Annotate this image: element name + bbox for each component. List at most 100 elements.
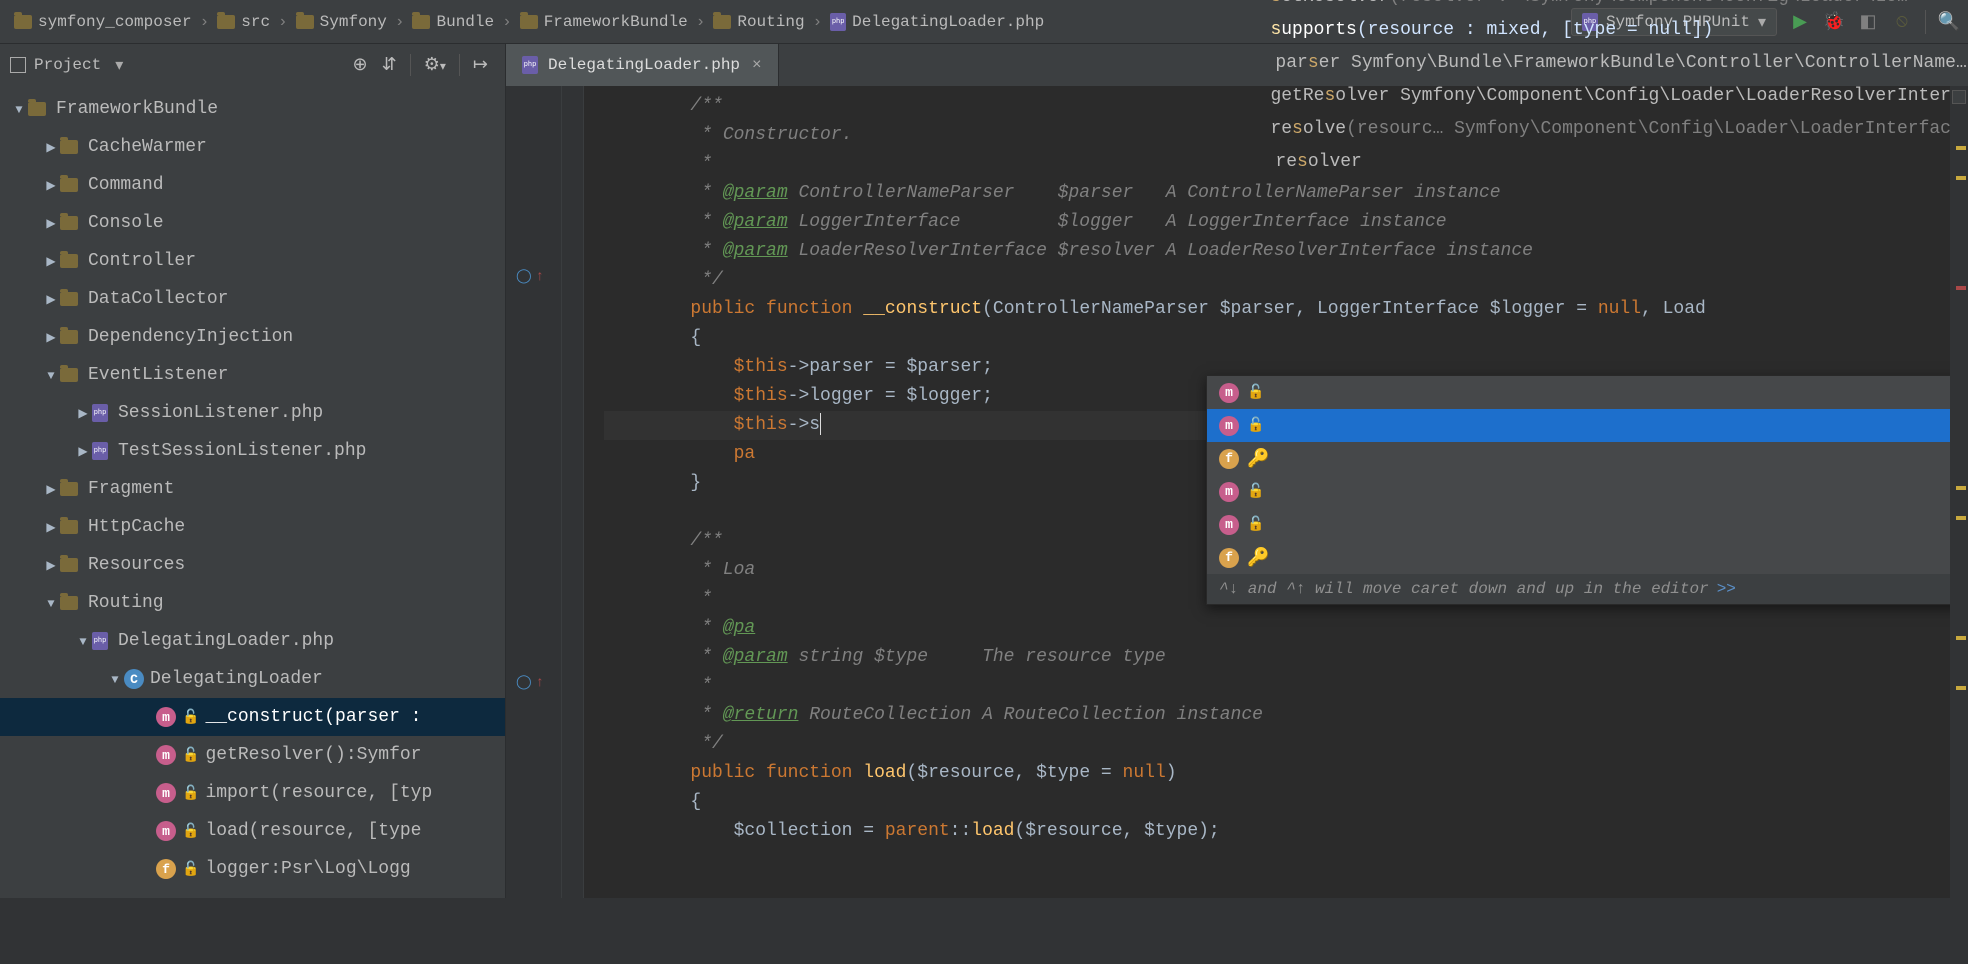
tree-row-label: DelegatingLoader.php xyxy=(118,631,334,651)
tree-row-delegatingloader-php[interactable]: DelegatingLoader.php xyxy=(0,622,505,660)
warning-marker[interactable] xyxy=(1956,686,1966,690)
override-gutter-icon[interactable]: ◯↑ xyxy=(516,674,556,691)
crumb-symfony[interactable]: Symfony xyxy=(290,11,393,33)
public-icon: 🔓 xyxy=(182,823,199,840)
fold-gutter[interactable] xyxy=(562,86,584,898)
main-area: FrameworkBundle CacheWarmerCommand Console… xyxy=(0,86,1968,898)
code-completion-popup[interactable]: m🔓setResolver(resolver : \Symfony\Compon… xyxy=(1206,375,1968,605)
chevron-right-icon[interactable] xyxy=(74,441,92,461)
chevron-down-icon[interactable] xyxy=(42,365,60,385)
tree-row-eventlistener[interactable]: EventListener xyxy=(0,356,505,394)
tree-row-command[interactable]: Command xyxy=(0,166,505,204)
crumb-routing[interactable]: Routing xyxy=(707,11,810,33)
chevron-right-icon[interactable] xyxy=(42,251,60,271)
crumb-label: Symfony xyxy=(320,13,387,31)
tree-row-controller[interactable]: Controller xyxy=(0,242,505,280)
folder-icon xyxy=(28,102,46,116)
chevron-right-icon[interactable] xyxy=(42,327,60,347)
chevron-right-icon[interactable] xyxy=(42,289,60,309)
chevron-right-icon[interactable] xyxy=(74,403,92,423)
crumb-label: src xyxy=(241,13,270,31)
chevron-down-icon[interactable] xyxy=(106,669,124,689)
tree-row-label: SessionListener.php xyxy=(118,403,323,423)
warning-marker[interactable] xyxy=(1956,516,1966,520)
project-pane-title: Project xyxy=(34,56,101,74)
tree-row-label: FrameworkBundle xyxy=(56,99,218,119)
tab-delegatingloader[interactable]: DelegatingLoader.php × xyxy=(506,44,779,86)
php-file-icon xyxy=(92,442,108,460)
tree-row-httpcache[interactable]: HttpCache xyxy=(0,508,505,546)
tree-row-console[interactable]: Console xyxy=(0,204,505,242)
tree-row-label: __construct(parser : xyxy=(205,707,421,727)
chevron-right-icon xyxy=(694,13,708,31)
tree-row-dependencyinjection[interactable]: DependencyInjection xyxy=(0,318,505,356)
crumb-frameworkbundle[interactable]: FrameworkBundle xyxy=(514,11,694,33)
scroll-from-source-icon[interactable]: ⊕ xyxy=(353,54,368,76)
tree-row-fragment[interactable]: Fragment xyxy=(0,470,505,508)
tree-row-label: Controller xyxy=(88,251,196,271)
crumb-src[interactable]: src xyxy=(211,11,276,33)
chevron-down-icon[interactable] xyxy=(74,631,92,651)
error-marker[interactable] xyxy=(1956,286,1966,290)
tree-row--construct-parser-[interactable]: m🔓__construct(parser : xyxy=(0,698,505,736)
crumb-file[interactable]: DelegatingLoader.php xyxy=(824,11,1050,33)
tree-row-datacollector[interactable]: DataCollector xyxy=(0,280,505,318)
method-icon: m xyxy=(156,783,176,803)
inspection-indicator-icon[interactable] xyxy=(1952,90,1966,104)
public-icon: 🔓 xyxy=(182,861,199,878)
chevron-right-icon[interactable] xyxy=(42,479,60,499)
line-gutter[interactable]: ◯↑ ◯↑ xyxy=(506,86,562,898)
field-icon: f xyxy=(156,859,176,879)
chevron-down-icon[interactable]: ▾ xyxy=(115,55,123,75)
crumb-label: Bundle xyxy=(436,13,494,31)
override-gutter-icon[interactable]: ◯↑ xyxy=(516,268,556,285)
project-tree[interactable]: FrameworkBundle CacheWarmerCommand Console… xyxy=(0,86,506,898)
gear-icon[interactable]: ⚙▾ xyxy=(424,54,446,76)
tree-row-getresolver-symfor[interactable]: m🔓getResolver():Symfor xyxy=(0,736,505,774)
chevron-right-icon[interactable] xyxy=(42,175,60,195)
crumb-bundle[interactable]: Bundle xyxy=(406,11,500,33)
folder-icon xyxy=(412,15,430,29)
tree-row-label: Routing xyxy=(88,593,164,613)
tree-row-sessionlistener-php[interactable]: SessionListener.php xyxy=(0,394,505,432)
tree-row-cachewarmer[interactable]: CacheWarmer xyxy=(0,128,505,166)
warning-marker[interactable] xyxy=(1956,486,1966,490)
tree-row-logger-psr-log-logg[interactable]: f🔓logger:Psr\Log\Logg xyxy=(0,850,505,888)
tab-label: DelegatingLoader.php xyxy=(548,56,740,74)
completion-more-link[interactable]: >> xyxy=(1717,580,1736,598)
chevron-down-icon[interactable] xyxy=(42,593,60,613)
hide-panel-icon[interactable]: ↦ xyxy=(473,54,488,76)
tree-row-load-resource-type[interactable]: m🔓load(resource, [type xyxy=(0,812,505,850)
chevron-right-icon[interactable] xyxy=(42,137,60,157)
crumb-symfony-composer[interactable]: symfony_composer xyxy=(8,11,198,33)
editor[interactable]: ◯↑ ◯↑ /** * Constructor. * * @param Cont… xyxy=(506,86,1968,898)
warning-marker[interactable] xyxy=(1956,146,1966,150)
chevron-down-icon[interactable] xyxy=(10,99,28,119)
chevron-right-icon xyxy=(393,13,407,31)
project-view-icon[interactable] xyxy=(10,57,26,73)
tree-root: FrameworkBundle CacheWarmerCommand Console… xyxy=(0,86,505,892)
folder-icon xyxy=(60,178,78,192)
tree-row-label: Console xyxy=(88,213,164,233)
warning-marker[interactable] xyxy=(1956,176,1966,180)
method-icon: m xyxy=(1219,482,1239,502)
tree-row-resources[interactable]: Resources xyxy=(0,546,505,584)
chevron-right-icon[interactable] xyxy=(42,517,60,537)
crumb-label: Routing xyxy=(737,13,804,31)
method-icon: m xyxy=(1219,515,1239,535)
public-icon: 🔓 xyxy=(182,785,199,802)
close-icon[interactable]: × xyxy=(752,56,762,74)
crumb-label: DelegatingLoader.php xyxy=(852,13,1044,31)
tree-row-frameworkbundle[interactable]: FrameworkBundle xyxy=(0,90,505,128)
tree-row-delegatingloader[interactable]: CDelegatingLoader xyxy=(0,660,505,698)
collapse-all-icon[interactable]: ⇵ xyxy=(382,54,397,76)
warning-marker[interactable] xyxy=(1956,636,1966,640)
tree-row-label: Fragment xyxy=(88,479,174,499)
tree-row-import-resource-typ[interactable]: m🔓import(resource, [typ xyxy=(0,774,505,812)
chevron-right-icon[interactable] xyxy=(42,555,60,575)
tree-row-testsessionlistener-php[interactable]: TestSessionListener.php xyxy=(0,432,505,470)
chevron-right-icon[interactable] xyxy=(42,213,60,233)
error-stripe[interactable] xyxy=(1950,86,1968,898)
completion-item[interactable]: f🔑resolver xyxy=(1207,541,1968,574)
tree-row-routing[interactable]: Routing xyxy=(0,584,505,622)
